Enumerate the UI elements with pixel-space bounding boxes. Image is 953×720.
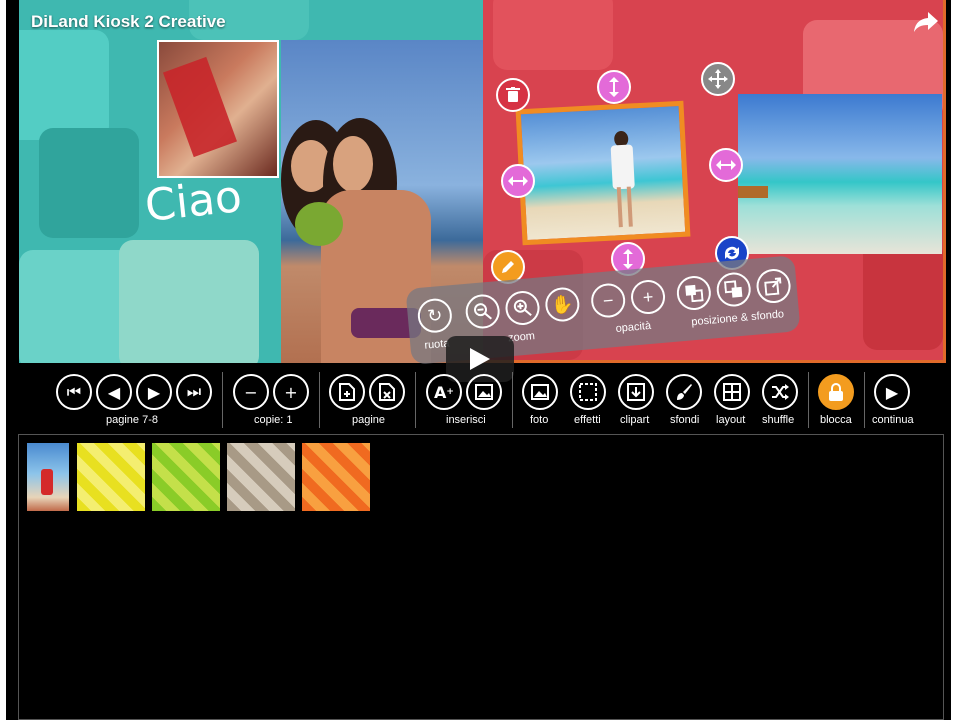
- inserisci-label: inserisci: [446, 414, 486, 426]
- zoom-out-icon[interactable]: [464, 293, 502, 330]
- resize-vertical-icon[interactable]: [597, 70, 631, 104]
- caption-text[interactable]: Ciao: [143, 171, 245, 232]
- yellow-pattern-thumb[interactable]: [77, 443, 145, 511]
- shuffle-label: shuffle: [762, 414, 795, 426]
- zoom-in-icon[interactable]: [504, 289, 541, 327]
- next-page-icon[interactable]: ▶: [136, 374, 172, 410]
- beige-pattern-thumb[interactable]: [227, 443, 295, 511]
- photo-beach[interactable]: [738, 94, 942, 254]
- plus-icon[interactable]: +: [629, 278, 667, 316]
- green-pattern-thumb[interactable]: [152, 443, 220, 511]
- clipart-label: clipart: [620, 414, 650, 426]
- pagine-nav-label: pagine 7-8: [106, 414, 158, 426]
- prev-page-icon[interactable]: ◀: [96, 374, 132, 410]
- thumbnail-tray: [18, 434, 944, 720]
- minus-icon[interactable]: −: [589, 282, 627, 319]
- first-page-icon[interactable]: ⏮: [56, 374, 92, 410]
- pagine-label: pagine: [352, 414, 386, 426]
- layer-back-icon[interactable]: [675, 274, 713, 312]
- sfondi-label: sfondi: [670, 414, 700, 426]
- layout-label: layout: [716, 414, 746, 426]
- trash-icon[interactable]: [496, 78, 530, 112]
- plus-icon[interactable]: +: [273, 374, 309, 410]
- foto-label: foto: [530, 414, 549, 426]
- opacita-label: opacità: [615, 319, 652, 335]
- last-page-icon[interactable]: ⏭: [176, 374, 212, 410]
- orange-pattern-thumb[interactable]: [302, 443, 370, 511]
- layer-front-icon[interactable]: [715, 271, 753, 308]
- selected-photo[interactable]: [515, 100, 691, 246]
- main-toolbar: ⏮ ◀ ▶ ⏭ pagine 7-8 − + copie: 1 pagine A…: [6, 368, 951, 432]
- continue-icon[interactable]: ▶: [874, 374, 910, 410]
- shuffle-icon[interactable]: [762, 374, 798, 410]
- clipart-icon[interactable]: [618, 374, 654, 410]
- video-title[interactable]: DiLand Kiosk 2 Creative: [31, 12, 226, 32]
- beach-photo-thumb[interactable]: [27, 443, 69, 511]
- brush-icon[interactable]: [666, 374, 702, 410]
- minus-icon[interactable]: −: [233, 374, 269, 410]
- share-icon[interactable]: [914, 12, 938, 32]
- continua-label: continua: [872, 414, 914, 426]
- hand-icon[interactable]: ✋: [543, 286, 581, 323]
- resize-horizontal-icon[interactable]: [501, 164, 535, 198]
- background-icon[interactable]: [755, 267, 792, 305]
- effects-icon[interactable]: [570, 374, 606, 410]
- copie-label: copie: 1: [254, 414, 293, 426]
- play-icon: [470, 348, 490, 370]
- add-page-icon[interactable]: [329, 374, 365, 410]
- text-insert-icon[interactable]: A +: [426, 374, 462, 410]
- effetti-label: effetti: [574, 414, 601, 426]
- posizione-label: posizione & sfondo: [690, 308, 785, 329]
- remove-page-icon[interactable]: [369, 374, 405, 410]
- rotate-icon[interactable]: ↻: [416, 297, 454, 335]
- coconut: [295, 202, 343, 246]
- image-insert-icon[interactable]: [466, 374, 502, 410]
- video-frame: Ciao DiLand Kiosk 2 Creative ↻ ruota ✋ z…: [6, 0, 951, 720]
- photo-kiss[interactable]: [157, 40, 279, 178]
- layout-icon[interactable]: [714, 374, 750, 410]
- blocca-label: blocca: [820, 414, 852, 426]
- move-icon[interactable]: [701, 62, 735, 96]
- lock-icon[interactable]: [818, 374, 854, 410]
- photo-icon[interactable]: [522, 374, 558, 410]
- resize-horizontal-icon[interactable]: [709, 148, 743, 182]
